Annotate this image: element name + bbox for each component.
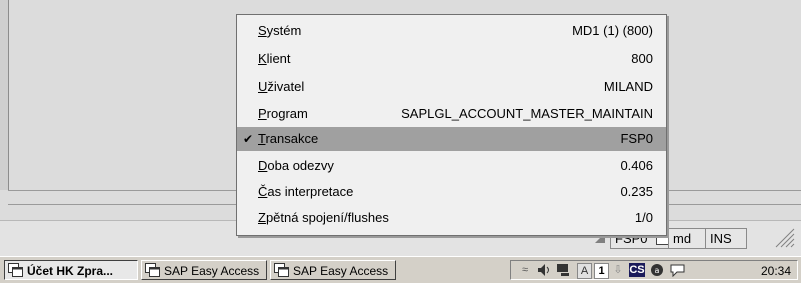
menu-item-value: 800 [631, 51, 653, 66]
menu-item-label: Čas interpretace [258, 184, 354, 199]
chat-icon[interactable] [669, 263, 686, 278]
menu-item-label: Uživatel [258, 79, 305, 94]
menu-item-label: Systém [258, 23, 302, 38]
menu-item-value: FSP0 [620, 131, 653, 146]
sap-window-icon [145, 263, 160, 277]
menu-item-value: 0.235 [620, 184, 653, 199]
menu-item-value: 0.406 [620, 158, 653, 173]
one-icon[interactable]: 1 [594, 263, 609, 279]
speaker-icon[interactable] [537, 263, 553, 277]
taskbar-button-gl-account[interactable]: Účet HK Zpra... [4, 260, 138, 280]
svg-text:a: a [655, 266, 660, 275]
menu-item-label: Program [258, 106, 308, 121]
menu-item-label: Zpětná spojení/flushes [258, 210, 389, 225]
taskbar-clock[interactable]: 20:34 [761, 263, 791, 279]
menu-item-user[interactable]: Uživatel MILAND [237, 75, 666, 99]
sap-window-icon [8, 263, 23, 277]
menu-item-interpretation-time[interactable]: Čas interpretace 0.235 [237, 180, 666, 204]
taskbar-button-label: Účet HK Zpra... [27, 264, 114, 278]
status-mode-field[interactable]: INS [705, 228, 747, 249]
context-menu: Systém MD1 (1) (800) Klient 800 Uživatel… [236, 14, 667, 236]
taskbar-button-label: SAP Easy Access [164, 264, 260, 278]
taskbar-button-easy-access-2[interactable]: SAP Easy Access [270, 260, 396, 280]
menu-item-label: Klient [258, 51, 291, 66]
menu-item-program[interactable]: Program SAPLGL_ACCOUNT_MASTER_MAINTAIN [237, 102, 666, 126]
menu-item-value: SAPLGL_ACCOUNT_MASTER_MAINTAIN [401, 106, 653, 121]
status-mode: INS [710, 231, 732, 246]
taskbar-button-easy-access-1[interactable]: SAP Easy Access [141, 260, 267, 280]
taskbar: Účet HK Zpra... SAP Easy Access SAP Easy… [0, 256, 801, 283]
left-frame [0, 0, 9, 190]
a-icon[interactable]: A [577, 263, 592, 279]
menu-item-system[interactable]: Systém MD1 (1) (800) [237, 19, 666, 43]
status-server: md [673, 231, 692, 246]
menu-item-client[interactable]: Klient 800 [237, 47, 666, 71]
status-server-field: md [668, 228, 706, 249]
system-tray: ≈ A 1 ⇩ CS a 20:34 [510, 260, 798, 280]
network-icon[interactable]: ≈ [516, 263, 534, 277]
menu-item-response-time[interactable]: Doba odezvy 0.406 [237, 154, 666, 178]
taskbar-button-label: SAP Easy Access [293, 264, 389, 278]
resize-grip-icon[interactable] [773, 226, 795, 248]
menu-item-value: MD1 (1) (800) [572, 23, 653, 38]
menu-item-label: Doba odezvy [258, 158, 334, 173]
check-icon: ✔ [243, 132, 254, 146]
language-indicator[interactable]: CS [629, 263, 645, 277]
download-icon[interactable]: ⇩ [611, 263, 625, 277]
menu-item-value: 1/0 [634, 210, 653, 225]
sap-window-icon [274, 263, 289, 277]
menu-item-roundtrips[interactable]: Zpětná spojení/flushes 1/0 [237, 206, 666, 230]
menu-item-value: MILAND [603, 79, 653, 94]
antivirus-icon[interactable]: a [649, 263, 666, 277]
menu-item-label: Transakce [258, 131, 319, 146]
display-icon[interactable] [556, 263, 572, 277]
menu-item-transaction[interactable]: ✔ Transakce FSP0 [237, 127, 666, 151]
